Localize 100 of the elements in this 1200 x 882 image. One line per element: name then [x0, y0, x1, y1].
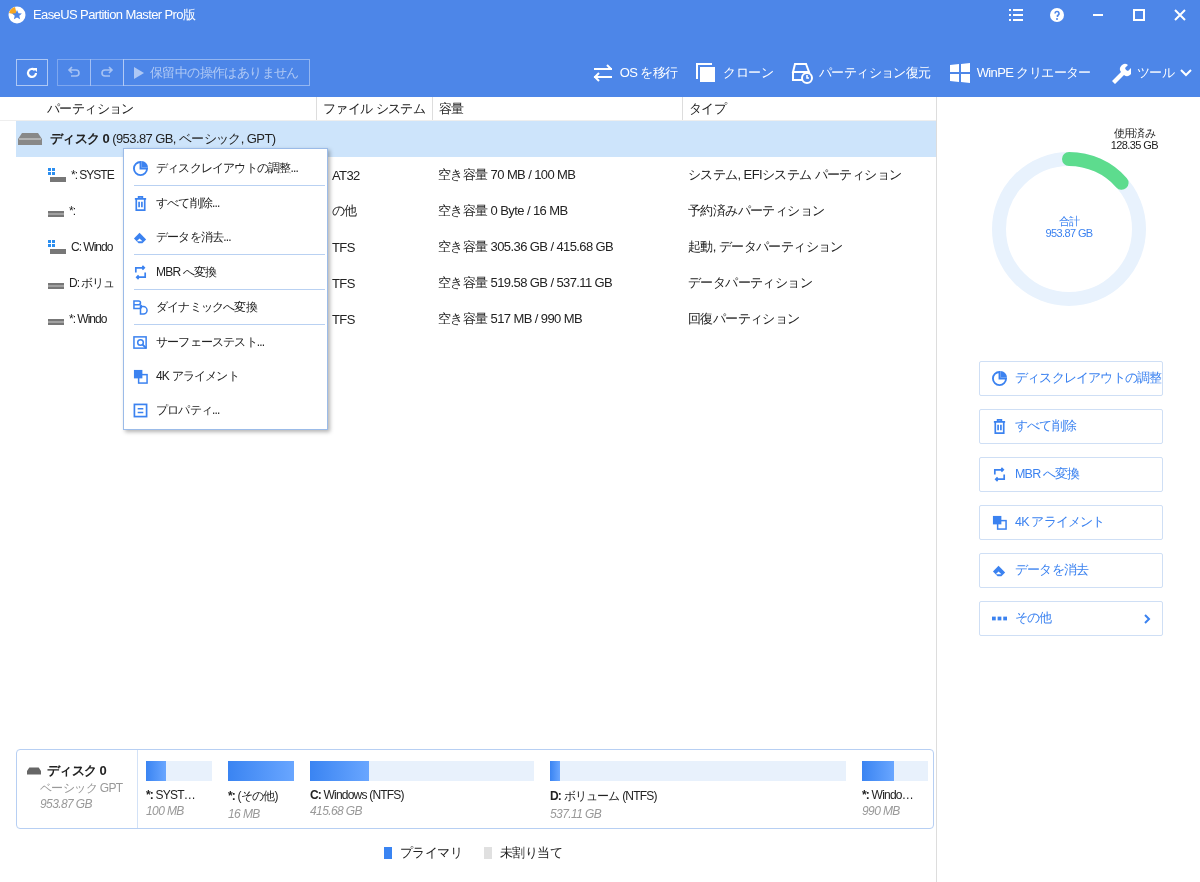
- partition-size: 990 MB: [862, 804, 901, 818]
- action-button[interactable]: ディスクレイアウトの調整: [979, 361, 1163, 396]
- table-cell-text: システム, EFIシステム パーティション: [687, 166, 903, 184]
- menu-item[interactable]: 4K アライメント: [124, 359, 327, 393]
- close-icon[interactable]: [1172, 8, 1187, 22]
- trash-icon: [992, 419, 1007, 434]
- action-button[interactable]: MBR へ変換: [979, 457, 1163, 492]
- column-header[interactable]: ファイル システム: [323, 99, 426, 118]
- partition-size: 537.11 GB: [550, 807, 603, 821]
- menu-item[interactable]: サーフェーステスト...: [124, 325, 327, 359]
- disk-name: ディスク 0: [47, 762, 108, 780]
- partition-usage-bar[interactable]: [862, 761, 894, 781]
- table-cell-text: 空き容量 305.36 GB / 415.68 GB: [437, 238, 615, 256]
- total-label: 合計: [1057, 215, 1081, 228]
- partition-label: C: Windows (NTFS): [310, 788, 405, 802]
- table-cell-text: TFS: [331, 275, 356, 291]
- used-label: 使用済み: [1112, 127, 1157, 140]
- properties-icon: [133, 402, 148, 418]
- partition-label: D: ボリューム (NTFS): [550, 788, 658, 805]
- drive-icon: [48, 211, 64, 217]
- toolbar-button[interactable]: WinPE クリエーター: [948, 61, 1091, 84]
- drive-icon: [48, 319, 64, 325]
- total-value: 953.87 GB: [1044, 227, 1094, 240]
- disk-size: 953.87 GB: [40, 797, 93, 811]
- partition-usage-bar[interactable]: [228, 761, 294, 781]
- list-menu-icon[interactable]: [1008, 8, 1023, 22]
- legend-swatch: [484, 847, 492, 859]
- window-title: EaseUS Partition Master Pro版: [33, 6, 196, 24]
- windows-drive-icon: [48, 240, 66, 254]
- drive-icon: [18, 133, 42, 145]
- toolbar-button[interactable]: ツール: [1108, 61, 1192, 84]
- column-header[interactable]: 容量: [439, 99, 464, 118]
- toolbar-button[interactable]: OS を移行: [591, 61, 678, 84]
- table-cell-text: 回復パーティション: [687, 310, 801, 328]
- partition-size: 415.68 GB: [310, 804, 363, 818]
- legend-label: 未割り当て: [500, 844, 562, 862]
- column-header[interactable]: タイプ: [689, 99, 727, 118]
- copy-squares-icon: [695, 61, 718, 84]
- toolbar-button[interactable]: パーティション復元: [791, 61, 931, 84]
- action-button[interactable]: その他: [979, 601, 1163, 636]
- table-cell-text: AT32: [331, 167, 361, 183]
- partition-label: *: SYST…: [146, 788, 196, 802]
- table-cell-text: データパーティション: [687, 274, 813, 292]
- trash-icon: [133, 195, 148, 211]
- partition-size: 16 MB: [228, 807, 261, 821]
- table-cell-text: 起動, データパーティション: [687, 238, 844, 256]
- disk-row[interactable]: ディスク 0 (953.87 GB, ベーシック, GPT): [16, 121, 936, 157]
- drive-icon: [27, 767, 41, 775]
- legend-swatch: [384, 847, 392, 859]
- column-header[interactable]: パーティション: [47, 99, 134, 118]
- windows-drive-icon: [48, 168, 66, 182]
- partition-usage-bar[interactable]: [310, 761, 370, 781]
- partition-usage-bar[interactable]: [146, 761, 166, 781]
- pie-chart-icon: [992, 371, 1007, 386]
- drive-clock-icon: [791, 61, 814, 84]
- menu-item[interactable]: プロパティ...: [124, 393, 327, 427]
- table-cell-text: 空き容量 70 MB / 100 MB: [437, 166, 577, 184]
- help-icon[interactable]: [1049, 8, 1064, 22]
- chevron-down-icon: [1180, 68, 1192, 77]
- menu-item[interactable]: MBR へ変換: [124, 255, 327, 289]
- disk-label: ディスク 0 (953.87 GB, ベーシック, GPT): [50, 130, 276, 148]
- eraser-icon: [992, 563, 1007, 578]
- partition-name: C: Windo: [71, 240, 113, 254]
- table-cell-text: 予約済みパーティション: [687, 202, 826, 220]
- partition-label: *: Windo…: [862, 788, 914, 802]
- used-value: 128.35 GB: [1110, 139, 1158, 152]
- align-4k-icon: [992, 515, 1007, 530]
- align-4k-icon: [133, 368, 148, 384]
- table-cell-text: TFS: [331, 239, 356, 255]
- table-cell-text: 空き容量 0 Byte / 16 MB: [437, 202, 569, 220]
- action-button[interactable]: すべて削除: [979, 409, 1163, 444]
- menu-item[interactable]: すべて削除...: [124, 186, 327, 220]
- action-button[interactable]: データを消去: [979, 553, 1163, 588]
- drive-icon: [48, 283, 64, 289]
- menu-item[interactable]: ダイナミックへ変換: [124, 290, 327, 324]
- convert-arrows-icon: [133, 264, 148, 280]
- maximize-icon[interactable]: [1131, 8, 1146, 22]
- refresh-button[interactable]: [16, 59, 48, 86]
- disk-type: ベーシック GPT: [40, 780, 124, 797]
- partition-label: *: (その他): [228, 788, 279, 805]
- table-cell-text: の他: [331, 202, 358, 220]
- swap-arrows-icon: [591, 61, 614, 84]
- windows-logo-icon: [948, 61, 971, 84]
- pie-chart-icon: [133, 160, 148, 176]
- table-cell-text: 空き容量 519.58 GB / 537.11 GB: [437, 274, 614, 292]
- action-button[interactable]: 4K アライメント: [979, 505, 1163, 540]
- partition-name: *: Windo: [69, 312, 107, 326]
- table-cell-text: 空き容量 517 MB / 990 MB: [437, 310, 584, 328]
- menu-item[interactable]: データを消去...: [124, 220, 327, 254]
- partition-name: D: ボリュ: [69, 274, 115, 292]
- toolbar-button[interactable]: クローン: [695, 61, 774, 84]
- b-d-icon: [133, 299, 148, 315]
- partition-name: *: SYSTE: [71, 168, 114, 182]
- table-cell-text: TFS: [331, 311, 356, 327]
- partition-name: *:: [69, 204, 75, 218]
- play-icon: [134, 66, 144, 79]
- partition-size: 100 MB: [146, 804, 185, 818]
- partition-usage-bar[interactable]: [550, 761, 560, 781]
- legend-label: プライマリ: [400, 844, 462, 862]
- disk-scan-icon: [133, 334, 148, 350]
